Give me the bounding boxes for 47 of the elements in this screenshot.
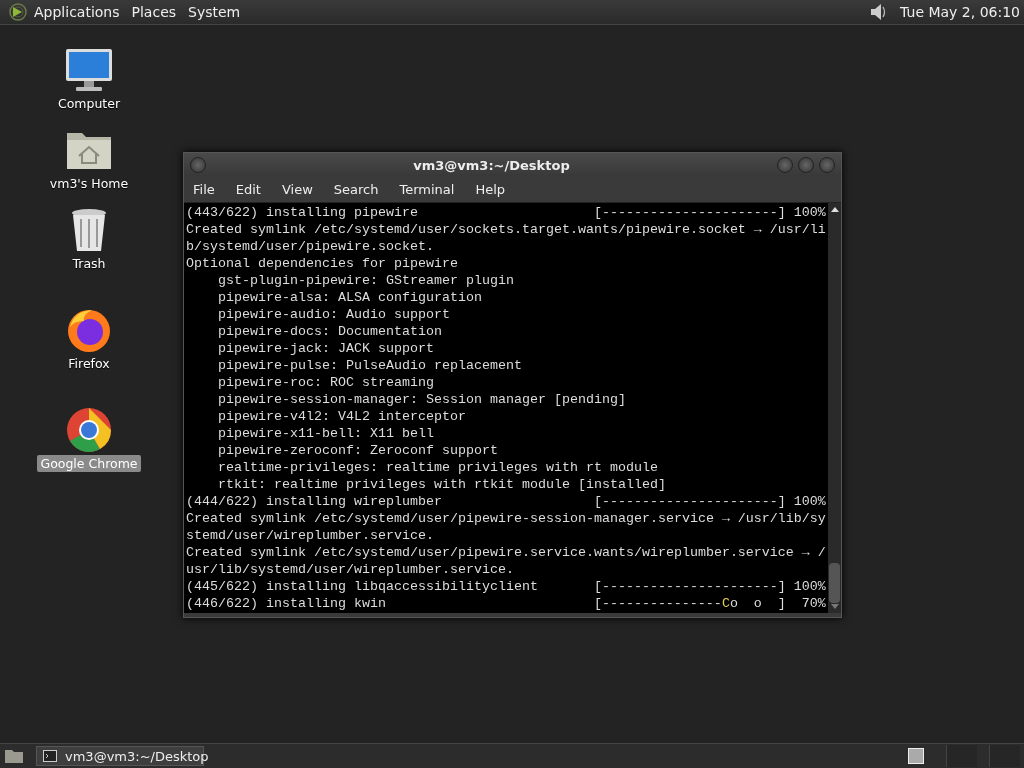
terminal-line: pipewire-v4l2: V4L2 interceptor [217, 408, 466, 425]
progress-bar-text: [----------------------] [593, 493, 786, 510]
terminal-line: (444/622) installing wireplumber [186, 493, 443, 510]
terminal-line: rtkit: realtime privileges with rtkit module [installed] [217, 476, 666, 493]
terminal-line: pipewire-pulse: PulseAudio replacement [217, 357, 522, 374]
panel-menu[interactable]: Places [131, 4, 177, 20]
terminal-line: Created symlink /etc/systemd/user/sockets.target.wants/pipewire.socket → /usr/li [186, 221, 826, 238]
terminal-line: (446/622) installing kwin [186, 595, 387, 612]
terminal-line: pipewire-jack: JACK support [217, 340, 434, 357]
terminal-line: pipewire-roc: ROC streaming [217, 374, 434, 391]
progress-percent: 100% [793, 493, 826, 510]
progress-bar-text: [----------------------] [593, 204, 786, 221]
panel-menu[interactable]: Applications [34, 4, 120, 20]
progress-percent: 70% [800, 595, 826, 612]
terminal-line: b/systemd/user/pipewire.socket. [186, 238, 434, 255]
terminal-line: pipewire-audio: Audio support [217, 306, 450, 323]
terminal-line: stemd/user/wireplumber.service. [186, 527, 434, 544]
terminal-line: pipewire-docs: Documentation [217, 323, 442, 340]
terminal-line: pipewire-x11-bell: X11 bell [217, 425, 434, 442]
panel-menu[interactable]: System [188, 4, 241, 20]
progress-percent: 100% [793, 204, 826, 221]
clock[interactable]: Tue May 2, 06:10 [900, 4, 1020, 20]
desktop-icon-label[interactable]: Firefox [65, 355, 113, 372]
menu-item[interactable]: Edit [235, 182, 261, 197]
desktop-icon-label[interactable]: Trash [69, 255, 109, 272]
progress-percent: 100% [793, 578, 826, 595]
terminal-line: pipewire-zeroconf: Zeroconf support [217, 442, 498, 459]
menu-item[interactable]: View [281, 182, 313, 197]
menu-item[interactable]: Help [475, 182, 506, 197]
terminal-line: (445/622) installing libqaccessibilityclient [186, 578, 539, 595]
terminal-line: realtime-privileges: realtime privileges with rt module [217, 459, 658, 476]
desktop-icon-label[interactable]: Computer [54, 95, 124, 112]
terminal-line: Created symlink /etc/systemd/user/pipewire-session-manager.service → /usr/lib/sy [186, 510, 826, 527]
menu-item[interactable]: File [193, 182, 215, 197]
terminal-line: Optional dependencies for pipewire [186, 255, 458, 272]
menu-item[interactable]: Terminal [399, 182, 455, 197]
terminal-line: pipewire-session-manager: Session manager [pending] [217, 391, 626, 408]
terminal-line: usr/lib/systemd/user/wireplumber.service. [186, 561, 514, 578]
progress-bar-text: [----------------------] [593, 578, 786, 595]
progress-bar-text: [---------------Co o ] [593, 595, 786, 612]
terminal-line: Created symlink /etc/systemd/user/pipewire.service.wants/wireplumber.service → / [186, 544, 826, 561]
terminal-line: pipewire-alsa: ALSA configuration [217, 289, 482, 306]
window-title: vm3@vm3:~/Desktop [412, 157, 571, 173]
terminal-line: (443/622) installing pipewire [186, 204, 419, 221]
desktop-icon-label[interactable]: vm3's Home [46, 175, 132, 192]
terminal-line: gst-plugin-pipewire: GStreamer plugin [217, 272, 514, 289]
menu-item[interactable]: Search [333, 182, 379, 197]
